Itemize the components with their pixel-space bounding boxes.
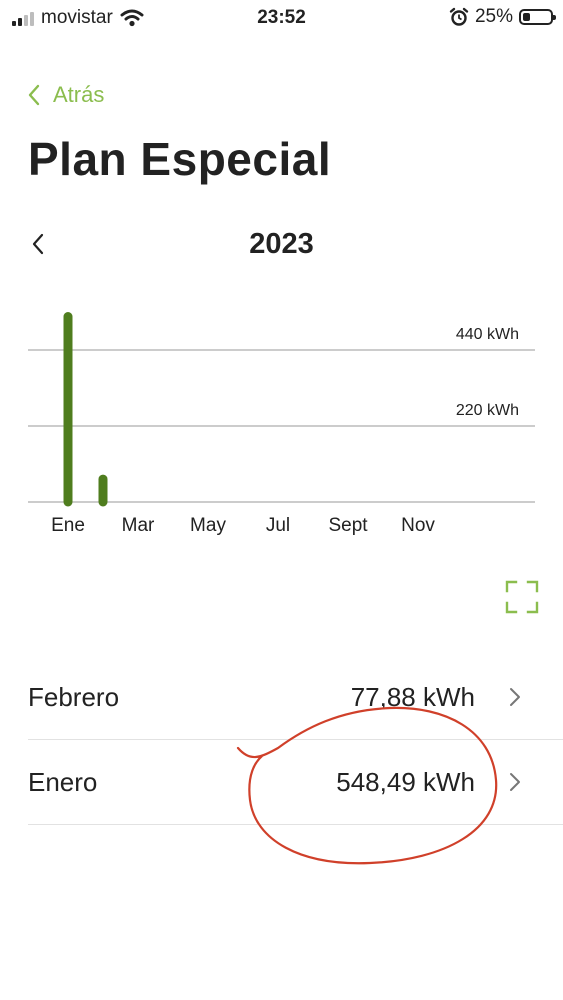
list-item-month: Enero [28,767,98,797]
x-tick-label: Sept [328,515,368,536]
status-right: 25% [449,6,556,28]
page-title: Plan Especial [28,133,332,185]
battery-percentage: 25% [474,6,513,27]
annotation-circle [236,706,498,865]
status-bar: movistar 23:52 25% [0,0,563,36]
chevron-right-icon [510,688,520,706]
chevron-right-icon [510,773,520,791]
x-tick-label: Jul [266,515,290,536]
x-tick-label: Nov [401,515,435,536]
alarm-icon [449,7,469,26]
gridline-label: 440 kWh [456,326,519,343]
back-button[interactable]: Atrás [27,82,104,108]
consumption-chart: 440 kWh 220 kWh Ene Mar May Jul Sept Nov [28,312,535,536]
x-tick-label: Ene [51,515,85,536]
back-label: Atrás [53,82,105,107]
x-tick-label: May [190,515,226,536]
gridline-label: 220 kWh [456,402,519,419]
expand-chart-button[interactable] [505,580,539,614]
x-tick-label: Mar [122,515,155,536]
chevron-left-icon [28,84,40,106]
chart-year: 2023 [249,228,314,260]
battery-icon [519,9,556,25]
list-item-month: Febrero [28,682,120,712]
expand-icon [505,580,539,614]
